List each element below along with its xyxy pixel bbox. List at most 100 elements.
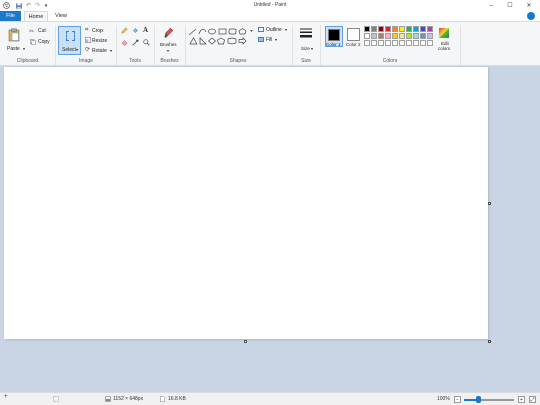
palette-swatch[interactable] <box>378 40 384 46</box>
color1-label: Color 1 <box>326 42 341 47</box>
cut-button[interactable]: Cut <box>38 28 46 34</box>
color2-button[interactable] <box>347 28 360 41</box>
help-icon[interactable] <box>527 12 535 20</box>
palette-swatch[interactable] <box>406 40 412 46</box>
zoom-level: 100% <box>437 396 450 402</box>
pencil-icon[interactable] <box>121 27 128 36</box>
palette-swatch[interactable] <box>385 40 391 46</box>
rotate-button[interactable]: Rotate <box>92 48 107 54</box>
status-bar: + 1152 × 648px 16.8 KB 100% − + ⤢ <box>0 392 540 405</box>
maximize-button[interactable]: ☐ <box>503 0 517 11</box>
color1-swatch <box>328 29 340 41</box>
palette-swatch[interactable] <box>413 40 419 46</box>
clipboard-group-label: Clipboard <box>16 58 39 64</box>
palette-swatch[interactable] <box>427 40 433 46</box>
eraser-icon[interactable] <box>121 39 128 48</box>
canvas-resize-handle-right[interactable] <box>488 202 491 205</box>
cursor-position-icon: + <box>4 394 8 400</box>
ribbon: Paste ▾ ✂ Cut Copy Clipboard Select ▾ ⌗ … <box>0 21 540 66</box>
palette-swatch[interactable] <box>371 33 377 39</box>
palette-swatch[interactable] <box>420 26 426 32</box>
minimize-button[interactable]: – <box>484 0 498 11</box>
selection-size-icon <box>53 396 59 404</box>
palette-swatch[interactable] <box>385 33 391 39</box>
brush-icon[interactable] <box>164 27 174 41</box>
size-dropdown-icon[interactable]: ▾ <box>311 46 313 51</box>
magnifier-icon[interactable] <box>143 39 150 48</box>
palette-swatch[interactable] <box>364 40 370 46</box>
palette-swatch[interactable] <box>371 40 377 46</box>
palette-swatch[interactable] <box>378 33 384 39</box>
select-button[interactable]: Select ▾ <box>58 26 81 55</box>
palette-swatch[interactable] <box>413 26 419 32</box>
palette-swatch[interactable] <box>413 33 419 39</box>
tab-home[interactable]: Home <box>24 11 48 21</box>
colors-group-label: Colors <box>382 58 398 64</box>
tab-view[interactable]: View <box>51 11 71 21</box>
palette-swatch[interactable] <box>371 26 377 32</box>
select-icon <box>66 31 75 41</box>
palette-swatch[interactable] <box>399 26 405 32</box>
palette-swatch[interactable] <box>420 40 426 46</box>
text-tool-icon[interactable]: A <box>143 26 148 34</box>
palette-swatch[interactable] <box>364 33 370 39</box>
brushes-button[interactable]: Brushes <box>160 42 177 47</box>
select-label: Select <box>62 47 76 53</box>
palette-swatch[interactable] <box>427 33 433 39</box>
palette-swatch[interactable] <box>406 33 412 39</box>
line-width-icon[interactable] <box>300 28 312 41</box>
palette-swatch[interactable] <box>392 33 398 39</box>
copy-button[interactable]: Copy <box>38 39 50 45</box>
brushes-dropdown-icon[interactable]: ▾ <box>167 48 169 53</box>
size-button[interactable]: Size <box>301 46 310 51</box>
file-size-icon <box>160 396 165 404</box>
rotate-dropdown-icon[interactable]: ▾ <box>110 48 112 53</box>
resize-button[interactable]: Resize <box>92 38 107 44</box>
tab-file[interactable]: File <box>0 11 21 21</box>
palette-swatch[interactable] <box>385 26 391 32</box>
palette-swatch[interactable] <box>392 40 398 46</box>
fill-bucket-icon[interactable] <box>132 27 139 36</box>
outline-icon <box>258 27 264 32</box>
paste-dropdown-icon[interactable]: ▾ <box>23 46 25 51</box>
zoom-slider-thumb[interactable] <box>475 396 481 403</box>
edit-colors-icon[interactable] <box>439 28 449 40</box>
palette-swatch[interactable] <box>399 33 405 39</box>
zoom-out-button[interactable]: − <box>454 396 461 403</box>
crop-icon[interactable]: ⌗ <box>85 27 88 34</box>
brushes-group-label: Brushes <box>160 58 179 64</box>
palette-swatch[interactable] <box>420 33 426 39</box>
canvas-resize-handle-corner[interactable] <box>488 340 491 343</box>
drawing-canvas[interactable] <box>4 67 488 339</box>
zoom-in-button[interactable]: + <box>518 396 525 403</box>
copy-icon[interactable] <box>30 39 36 47</box>
image-group-label: Image <box>79 58 93 64</box>
shapes-gallery[interactable] <box>188 27 254 49</box>
title-bar: ↶ ↷ ▾ Untitled - Paint – ☐ ✕ <box>0 0 540 11</box>
paste-icon[interactable] <box>8 28 20 44</box>
palette-swatch[interactable] <box>392 26 398 32</box>
outline-dropdown-icon[interactable]: ▾ <box>285 27 287 32</box>
window-title: Untitled - Paint <box>253 2 287 8</box>
resize-icon[interactable] <box>85 37 91 45</box>
fit-to-window-button[interactable]: ⤢ <box>529 396 536 403</box>
palette-swatch[interactable] <box>364 26 370 32</box>
color2-label: Color 2 <box>346 42 361 47</box>
palette-swatch[interactable] <box>406 26 412 32</box>
fill-dropdown-icon[interactable]: ▾ <box>275 37 277 42</box>
palette-swatch[interactable] <box>427 26 433 32</box>
palette-swatch[interactable] <box>399 40 405 46</box>
select-dropdown-icon: ▾ <box>76 47 79 52</box>
cut-icon[interactable]: ✂ <box>29 28 34 35</box>
rotate-icon[interactable]: ⟳ <box>85 46 90 53</box>
outline-button[interactable]: Outline <box>266 27 282 33</box>
canvas-resize-handle-bottom[interactable] <box>244 340 247 343</box>
palette-swatch[interactable] <box>378 26 384 32</box>
close-button[interactable]: ✕ <box>522 0 536 11</box>
edit-colors-label-line2[interactable]: colors <box>438 46 450 51</box>
zoom-slider[interactable] <box>464 399 514 401</box>
fill-button[interactable]: Fill <box>266 37 272 43</box>
paste-button[interactable]: Paste <box>7 46 20 52</box>
color-picker-icon[interactable] <box>132 39 139 48</box>
crop-button[interactable]: Crop <box>92 28 103 34</box>
